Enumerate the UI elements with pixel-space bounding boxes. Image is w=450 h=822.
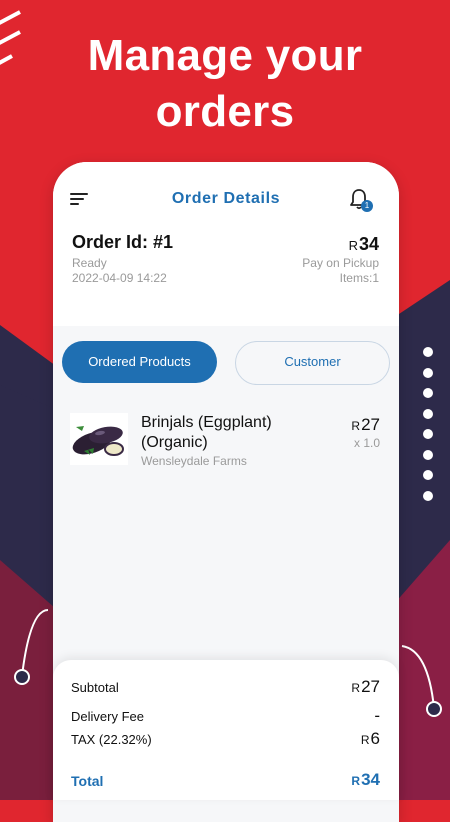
dot [423,367,433,378]
headline-line-1: Manage your [87,31,363,80]
notification-badge: 1 [361,200,373,212]
product-name: Brinjals (Eggplant) (Organic) [141,414,272,451]
order-status: Ready [72,256,107,270]
headline: Manage your orders [0,28,450,140]
subtotal-value: R27 [351,677,380,697]
dot [423,490,433,501]
total-row: Total R34 [71,770,380,790]
order-date: 2022-04-09 14:22 [72,271,167,285]
tab-ordered-products[interactable]: Ordered Products [62,341,217,383]
order-amount-value: 34 [358,234,379,254]
product-vendor: Wensleydale Farms [141,454,247,468]
total-label: Total [71,773,104,789]
tab-customer[interactable]: Customer [235,341,390,385]
product-quantity: x 1.0 [353,436,380,450]
subtotal-label: Subtotal [71,680,119,695]
currency-symbol: R [351,681,361,695]
delivery-fee-value: - [374,706,380,725]
dot [423,470,433,480]
dot [423,449,433,460]
pagination-dots [423,347,433,511]
headline-line-2: orders [155,87,295,136]
currency-symbol: R [360,733,370,747]
currency-symbol: R [351,774,361,788]
dot [423,388,433,398]
currency-symbol: R [348,238,358,253]
currency-symbol: R [351,419,361,433]
total-amount: 34 [361,770,380,789]
total-value: R34 [351,770,380,790]
payment-method: Pay on Pickup [302,256,379,270]
subtotal-amount: 27 [361,677,380,696]
page-title: Order Details [171,190,281,207]
item-count: Items:1 [339,271,379,285]
dot [423,429,433,439]
tax-amount: 6 [370,729,380,748]
tax-row: TAX (22.32%) R6 [71,729,380,749]
product-price-value: 27 [361,415,380,434]
dot [423,408,433,419]
subtotal-row: Subtotal R27 [71,677,380,697]
order-totals-panel: Subtotal R27 Delivery Fee - TAX (22.32%)… [53,660,399,800]
tax-value: R6 [361,729,380,749]
order-amount: R34 [349,234,379,255]
tax-label: TAX (22.32%) [71,732,152,747]
top-bar: Order Details 1 [53,162,399,220]
dot [423,347,433,357]
delivery-fee-label: Delivery Fee [71,709,144,724]
order-summary-card: Order Id: #1 Ready 2022-04-09 14:22 R34 … [53,220,399,326]
product-price: R27 [351,415,380,435]
delivery-fee-row: Delivery Fee - [71,706,380,725]
product-image [70,413,128,465]
order-id: Order Id: #1 [72,232,174,252]
